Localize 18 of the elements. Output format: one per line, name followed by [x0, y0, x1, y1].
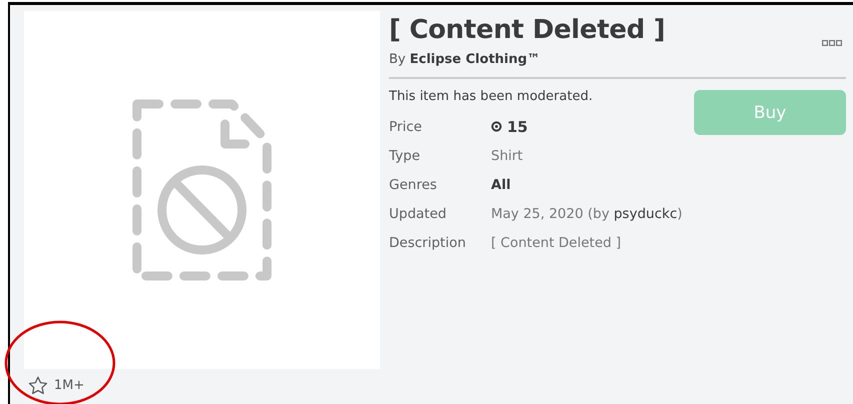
price-value: 15 — [491, 118, 528, 136]
star-icon[interactable] — [28, 376, 48, 395]
detail-value: May 25, 2020 (by psyduckc) — [491, 206, 682, 222]
more-icon[interactable] — [822, 40, 842, 46]
detail-value: Shirt — [491, 148, 523, 164]
detail-label: Description — [389, 234, 467, 250]
detail-label: Updated — [389, 206, 448, 222]
detail-value: All — [491, 176, 511, 192]
coin-icon — [491, 121, 502, 132]
deleted-file-icon — [132, 99, 272, 281]
detail-label: Genres — [389, 176, 438, 192]
detail-label: Type — [389, 148, 422, 164]
detail-value: [ Content Deleted ] — [491, 234, 622, 250]
item-title: [ Content Deleted ] — [389, 15, 666, 45]
favorite-count: 1M+ — [54, 378, 84, 393]
detail-label: Price — [389, 118, 423, 134]
creator-name: By Eclipse Clothing™ — [389, 52, 542, 67]
moderation-notice: This item has been moderated. — [389, 89, 594, 104]
